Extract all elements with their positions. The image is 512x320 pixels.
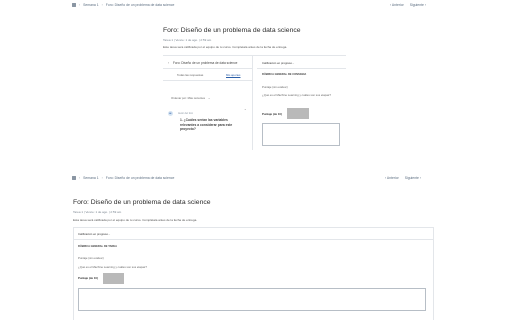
grading-status: Calificación en progreso... xyxy=(262,61,295,65)
divider xyxy=(163,55,346,56)
question-text: ¿Qué es el Machine Learning y cuáles son… xyxy=(78,265,147,269)
home-icon[interactable] xyxy=(72,176,76,180)
chevron-right-icon: › xyxy=(101,3,103,7)
rating-input[interactable] xyxy=(103,273,124,284)
feedback-textarea[interactable] xyxy=(78,288,426,311)
breadcrumb-item-week[interactable]: Semana 1 xyxy=(83,3,98,7)
item-navigation: ‹ Anterior Siguiente › xyxy=(385,176,421,180)
chevron-down-icon: ⌄ xyxy=(207,96,211,100)
post-question[interactable]: 1. ¿Cuáles serían las variables relevant… xyxy=(180,118,236,132)
item-navigation: ‹ Anterior Siguiente › xyxy=(390,3,426,7)
score-label: Puntaje (sin evaluar) xyxy=(78,256,104,260)
tab-all-responses[interactable]: Todas las respuestas xyxy=(177,73,203,77)
assignment-meta: Tarea 1 | Vence: 1 de ago. | 2:59 am xyxy=(73,210,122,214)
assignment-note: Esta tarea será calificada por el equipo… xyxy=(73,218,198,222)
divider xyxy=(433,227,434,320)
assignment-meta: Tarea 1 | Vence: 1 de ago. | 2:59 am xyxy=(163,38,212,42)
tab-my-posts[interactable]: Mis aportes xyxy=(226,73,240,77)
post-author: Autor del foro xyxy=(178,112,194,115)
home-icon[interactable] xyxy=(72,3,76,7)
previous-button[interactable]: ‹ Anterior xyxy=(385,176,399,180)
rubric-label: RÚBRICA GENERAL DE CONSIGNA xyxy=(262,73,307,76)
page-title: Foro: Diseño de un problema de data scie… xyxy=(163,27,301,34)
feedback-textarea[interactable] xyxy=(262,123,340,146)
next-button[interactable]: Siguiente › xyxy=(405,176,421,180)
chevron-left-icon[interactable]: ‹ xyxy=(168,61,169,65)
question-text: ¿Qué es el Machine Learning y cuáles son… xyxy=(262,93,331,97)
avatar: AF xyxy=(168,111,173,116)
rating-input[interactable] xyxy=(287,108,309,119)
divider xyxy=(163,80,252,81)
chevron-right-icon: › xyxy=(101,176,103,180)
breadcrumb-item-forum[interactable]: Foro: Diseño de un problema de data scie… xyxy=(106,3,175,7)
assignment-note: Este tarea sera calificada por el equipo… xyxy=(163,45,288,49)
divider xyxy=(73,227,74,320)
discussion-panel-title: ‹ Foro: Diseño de un problema de data sc… xyxy=(168,61,238,65)
rating-label: Puntaje (de 10) xyxy=(262,112,282,116)
rubric-label: RÚBRICA GENERAL DE TAREA xyxy=(78,245,118,248)
breadcrumb: › Semana 1 › Foro: Diseño de un problema… xyxy=(72,3,174,7)
sort-dropdown[interactable]: Ordenar por: Más recientes ⌄ xyxy=(171,96,210,100)
divider xyxy=(73,239,433,240)
chevron-right-icon: › xyxy=(79,3,81,7)
breadcrumb: › Semana 1 › Foro: Diseño de un problema… xyxy=(72,176,174,180)
divider xyxy=(163,68,252,69)
previous-button[interactable]: ‹ Anterior xyxy=(390,3,404,7)
breadcrumb-item-forum[interactable]: Foro: Diseño de un problema de data scie… xyxy=(106,176,175,180)
next-button[interactable]: Siguiente › xyxy=(410,3,426,7)
chevron-right-icon: › xyxy=(79,176,81,180)
divider xyxy=(73,227,433,228)
divider xyxy=(257,68,346,69)
page-title: Foro: Diseño de un problema de data scie… xyxy=(73,199,211,206)
score-label: Puntaje (sin evaluar) xyxy=(262,85,288,89)
expand-icon[interactable]: ⌄ xyxy=(244,107,246,111)
grading-status: Calificación en progreso... xyxy=(78,232,111,236)
rating-label: Puntaje (de 10) xyxy=(78,276,98,280)
divider xyxy=(252,55,253,150)
breadcrumb-item-week[interactable]: Semana 1 xyxy=(83,176,98,180)
